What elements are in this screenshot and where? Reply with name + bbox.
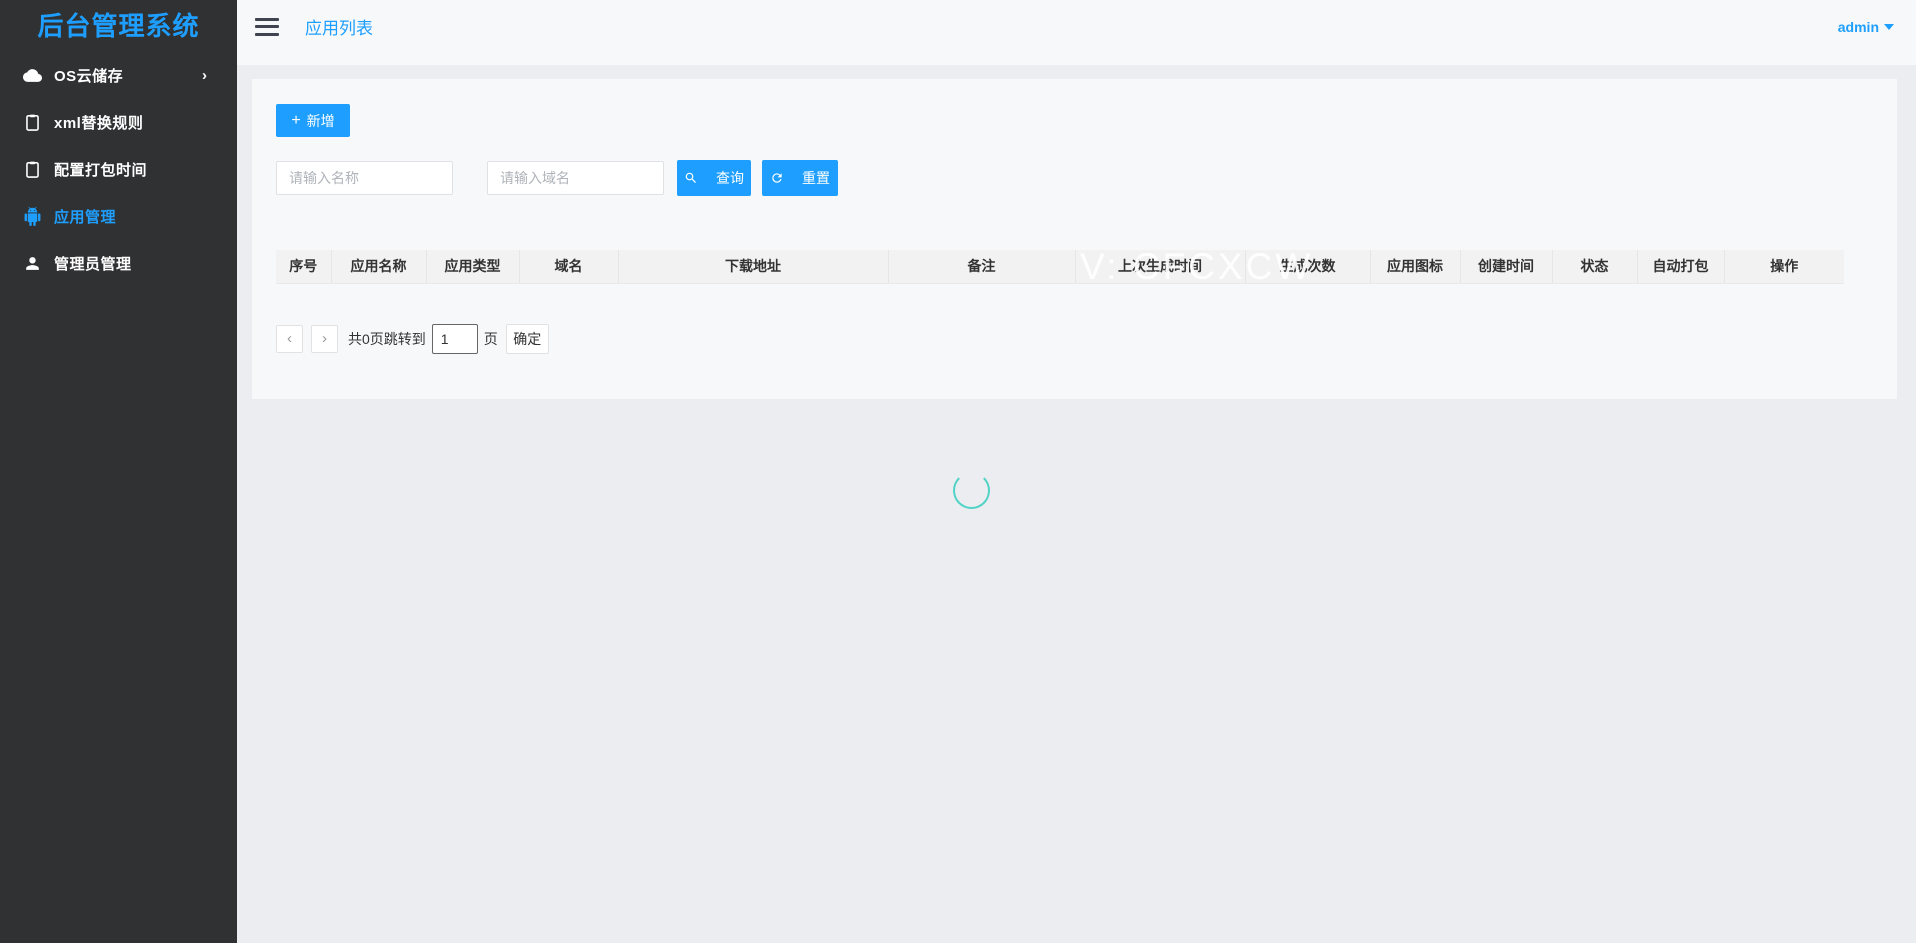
plus-icon: + — [291, 113, 300, 129]
column-header: 备注 — [888, 250, 1075, 283]
apps-table: 序号应用名称应用类型域名下载地址备注上次生成时间生成次数应用图标创建时间状态自动… — [276, 250, 1844, 284]
prev-page-button[interactable]: ‹ — [276, 325, 303, 353]
name-search-input[interactable] — [276, 161, 453, 195]
caret-down-icon — [1884, 24, 1894, 30]
reset-button-label: 重置 — [802, 168, 830, 188]
sidebar-item-app-management[interactable]: 应用管理 — [0, 193, 237, 240]
column-header: 域名 — [519, 250, 618, 283]
search-toolbar: 查询 重置 — [276, 160, 1873, 196]
page-unit-label: 页 — [484, 329, 498, 349]
clipboard-icon — [22, 113, 42, 133]
main-content: + 新增 查询 重置 — [237, 65, 1916, 943]
column-header: 操作 — [1724, 250, 1844, 283]
table-header-row: 序号应用名称应用类型域名下载地址备注上次生成时间生成次数应用图标创建时间状态自动… — [276, 250, 1844, 283]
menu-toggle-icon[interactable] — [255, 18, 279, 36]
cloud-icon — [22, 66, 42, 86]
user-dropdown[interactable]: admin — [1838, 19, 1894, 35]
sidebar-item-admin-management[interactable]: 管理员管理 — [0, 240, 237, 287]
column-header: 状态 — [1552, 250, 1637, 283]
domain-search-input[interactable] — [487, 161, 664, 195]
pagination: ‹ › 共0页跳转到 页 确定 — [276, 324, 1873, 354]
user-icon — [22, 254, 42, 274]
refresh-icon — [770, 171, 784, 185]
add-button-label: 新增 — [307, 111, 335, 131]
sidebar-menu: OS云储存 › xml替换规则配置打包时间应用管理管理员管理 — [0, 50, 237, 287]
column-header: 生成次数 — [1245, 250, 1370, 283]
page-count-text: 共0页跳转到 — [348, 329, 426, 349]
topbar: 应用列表 admin — [237, 0, 1916, 65]
sidebar: 后台管理系统 OS云储存 › xml替换规则配置打包时间应用管理管理员管理 — [0, 0, 237, 943]
column-header: 应用类型 — [426, 250, 519, 283]
clipboard-icon — [22, 160, 42, 180]
loading-spinner — [953, 472, 990, 509]
confirm-page-button[interactable]: 确定 — [506, 324, 549, 354]
app-title: 后台管理系统 — [0, 0, 237, 50]
query-button[interactable]: 查询 — [677, 160, 751, 196]
query-button-label: 查询 — [716, 168, 744, 188]
column-header: 上次生成时间 — [1075, 250, 1245, 283]
sidebar-item-xml-replace-rules[interactable]: xml替换规则 — [0, 99, 237, 146]
sidebar-item-label: 应用管理 — [54, 206, 116, 227]
column-header: 应用图标 — [1370, 250, 1460, 283]
column-header: 下载地址 — [618, 250, 888, 283]
android-icon — [22, 207, 42, 227]
sidebar-item-label: OS云储存 — [54, 65, 123, 86]
chevron-right-icon: › — [202, 67, 207, 84]
add-button[interactable]: + 新增 — [276, 104, 350, 137]
column-header: 创建时间 — [1460, 250, 1552, 283]
reset-button[interactable]: 重置 — [762, 160, 838, 196]
column-header: 自动打包 — [1637, 250, 1724, 283]
sidebar-item-label: 管理员管理 — [54, 253, 132, 274]
column-header: 应用名称 — [331, 250, 426, 283]
next-page-button[interactable]: › — [311, 325, 338, 353]
column-header: 序号 — [276, 250, 331, 283]
sidebar-item-label: xml替换规则 — [54, 112, 143, 133]
page-number-input[interactable] — [432, 324, 478, 354]
username: admin — [1838, 19, 1879, 35]
sidebar-item-package-time-config[interactable]: 配置打包时间 — [0, 146, 237, 193]
sidebar-item-os-cloud-storage[interactable]: OS云储存 › — [0, 52, 237, 99]
search-icon — [684, 171, 698, 185]
sidebar-item-label: 配置打包时间 — [54, 159, 147, 180]
page-title: 应用列表 — [305, 14, 373, 39]
content-card: + 新增 查询 重置 — [252, 79, 1897, 399]
